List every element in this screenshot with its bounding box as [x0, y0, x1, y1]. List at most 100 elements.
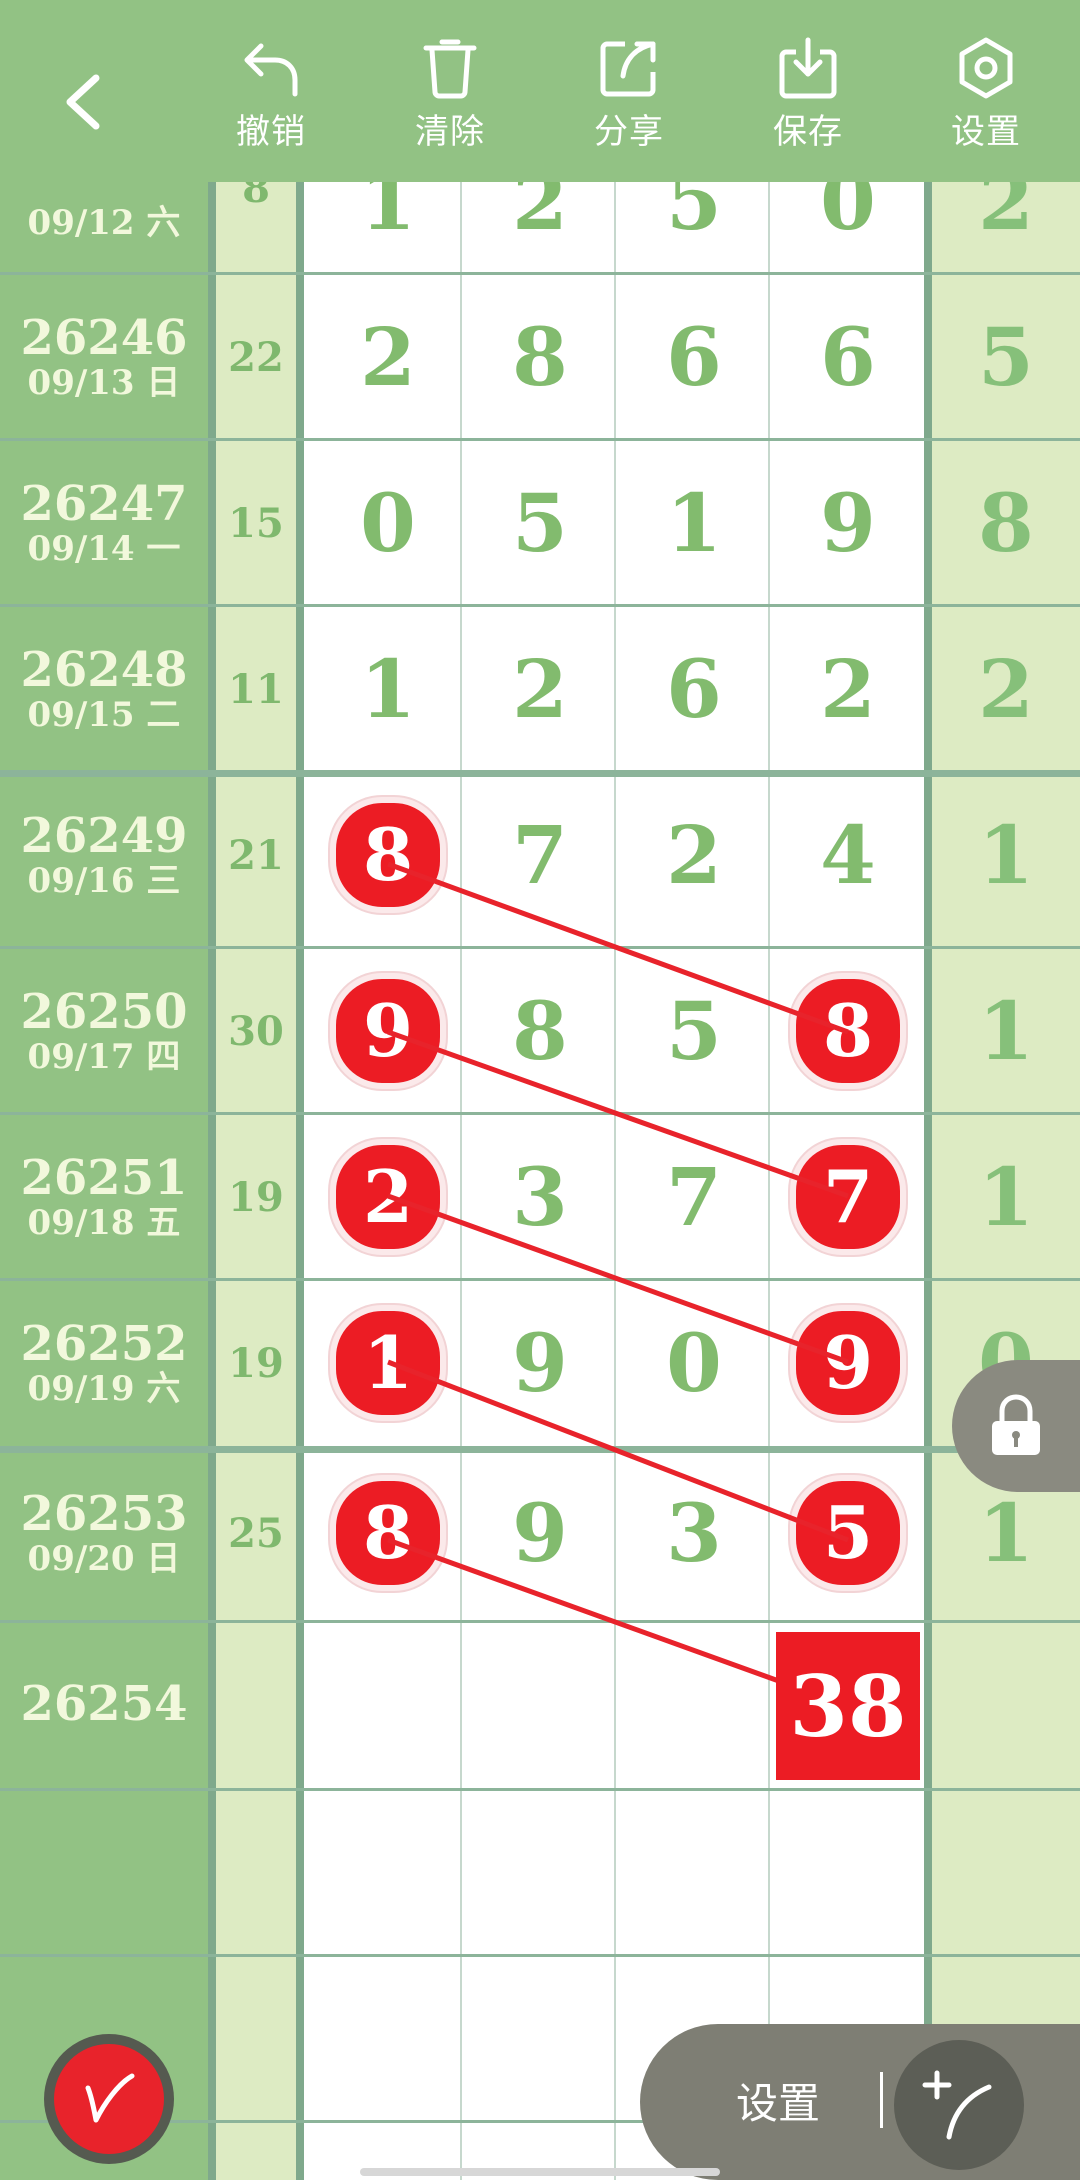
digit-cell[interactable]: 7: [772, 1114, 924, 1280]
digit-cell[interactable]: 6: [618, 606, 770, 772]
column-divider: [208, 0, 216, 2180]
issue-number: 26251: [20, 1149, 188, 1206]
settings-button[interactable]: 设置: [921, 36, 1051, 166]
sum-cell: 11: [228, 665, 284, 713]
bottom-settings-button[interactable]: 设置: [736, 2070, 820, 2131]
settings-label: 设置: [951, 112, 1021, 152]
digit-cell[interactable]: 8: [312, 1450, 464, 1616]
right-value-cell: 1: [978, 1150, 1034, 1244]
digit-cell[interactable]: 9: [772, 1280, 924, 1446]
issue-cell: 26250 09/17 四: [0, 948, 208, 1114]
issue-number: 26250: [20, 983, 188, 1040]
digit-cell[interactable]: 9: [464, 1280, 616, 1446]
issue-cell: 26246 09/13 日: [0, 274, 208, 440]
marked-digit-ball[interactable]: 2: [330, 1139, 446, 1255]
digit-cell[interactable]: 1: [312, 606, 464, 772]
digit-cell[interactable]: 8: [772, 948, 924, 1114]
digit-cell[interactable]: 5: [464, 440, 616, 606]
digit-cell[interactable]: [618, 1622, 770, 1788]
issue-cell: 26252 09/19 六: [0, 1280, 208, 1446]
issue-cell: 26251 09/18 五: [0, 1114, 208, 1280]
share-label: 分享: [594, 112, 664, 152]
digit-cell[interactable]: 6: [618, 274, 770, 440]
undo-button[interactable]: 撤销: [206, 36, 336, 166]
trend-chart-grid[interactable]: 09/12 六 8 1 2 5 0 2 26246 09/13 日 22 2 8 6 6 5 26247 09/…: [0, 0, 1080, 2180]
marked-digit-ball[interactable]: 8: [790, 973, 906, 1089]
bottom-action-bar: 设置: [640, 2024, 1080, 2180]
digit-cell[interactable]: 7: [464, 772, 616, 938]
marked-digit-ball[interactable]: 7: [790, 1139, 906, 1255]
digit-cell[interactable]: 7: [618, 1114, 770, 1280]
right-value-cell: 1: [978, 808, 1034, 902]
issue-date: 09/17 四: [27, 1036, 181, 1077]
issue-date: 09/19 六: [27, 1368, 181, 1409]
pen-button-inner: [54, 2044, 164, 2154]
marked-digit-ball[interactable]: 9: [790, 1305, 906, 1421]
digit-cell[interactable]: 2: [464, 606, 616, 772]
marked-digit-ball[interactable]: 5: [790, 1475, 906, 1591]
home-indicator[interactable]: [360, 2168, 720, 2176]
digit-cell[interactable]: 3: [464, 1114, 616, 1280]
digit-cell[interactable]: 5: [618, 948, 770, 1114]
marked-digit-ball[interactable]: 9: [330, 973, 446, 1089]
marked-digit-ball[interactable]: 1: [330, 1305, 446, 1421]
digit-cell[interactable]: 0: [312, 440, 464, 606]
pen-icon: [85, 2073, 135, 2123]
digit-cell[interactable]: 9: [772, 440, 924, 606]
digit-cell[interactable]: 1: [618, 440, 770, 606]
save-button[interactable]: 保存: [743, 36, 873, 166]
back-button[interactable]: [50, 60, 120, 140]
digit-cell[interactable]: 3: [618, 1450, 770, 1616]
right-value-cell: 5: [978, 310, 1034, 404]
issue-date: 09/16 三: [27, 860, 181, 901]
digit-cell[interactable]: 2: [772, 606, 924, 772]
share-icon: [600, 41, 656, 97]
issue-date: 09/18 五: [27, 1202, 181, 1243]
draw-line-button[interactable]: [894, 2040, 1024, 2170]
undo-icon: [244, 43, 298, 97]
issue-cell: 26248 09/15 二: [0, 606, 208, 772]
digit-cell[interactable]: 9: [312, 948, 464, 1114]
column-divider: [296, 0, 304, 2180]
digit-cell[interactable]: 2: [618, 772, 770, 938]
issue-number: 26249: [20, 807, 188, 864]
issue-date: 09/20 日: [27, 1538, 181, 1579]
digit-cell[interactable]: 2: [312, 274, 464, 440]
issue-date: 09/14 一: [27, 528, 181, 569]
digit-cell[interactable]: 4: [772, 772, 924, 938]
digit-cell[interactable]: 0: [618, 1280, 770, 1446]
digit-cell[interactable]: 1: [312, 1280, 464, 1446]
issue-number: 26248: [20, 641, 188, 698]
issue-number: 26254: [20, 1676, 188, 1733]
issue-cell: 26253 09/20 日: [0, 1450, 208, 1616]
download-icon: [779, 37, 837, 99]
digit-cell[interactable]: 2: [312, 1114, 464, 1280]
clear-button[interactable]: 清除: [385, 36, 515, 166]
pen-button[interactable]: [44, 2034, 174, 2164]
digit-cell[interactable]: 8: [464, 948, 616, 1114]
trash-icon: [423, 39, 477, 99]
marked-digit-ball[interactable]: 8: [330, 1475, 446, 1591]
sum-cell: 30: [228, 1007, 284, 1055]
share-button[interactable]: 分享: [564, 36, 694, 166]
marked-digit-ball[interactable]: 8: [330, 797, 446, 913]
issue-number: 26247: [20, 475, 188, 532]
issue-date: 09/12 六: [27, 203, 181, 244]
digit-cell[interactable]: 9: [464, 1450, 616, 1616]
row-divider: [0, 1954, 1080, 1957]
save-label: 保存: [773, 112, 843, 152]
prediction-box[interactable]: 38: [776, 1632, 920, 1780]
undo-label: 撤销: [236, 112, 306, 152]
issue-number: 26252: [20, 1315, 188, 1372]
issue-number: 26246: [20, 309, 188, 366]
lock-button[interactable]: [952, 1360, 1080, 1492]
issue-cell: 26247 09/14 一: [0, 440, 208, 606]
digit-cell[interactable]: [312, 1622, 464, 1788]
digit-cell[interactable]: 5: [772, 1450, 924, 1616]
digit-cell[interactable]: [464, 1622, 616, 1788]
sum-cell: [216, 1622, 296, 1788]
digit-cell[interactable]: 6: [772, 274, 924, 440]
digit-cell[interactable]: 8: [464, 274, 616, 440]
clear-label: 清除: [415, 112, 485, 152]
digit-cell[interactable]: 8: [312, 772, 464, 938]
